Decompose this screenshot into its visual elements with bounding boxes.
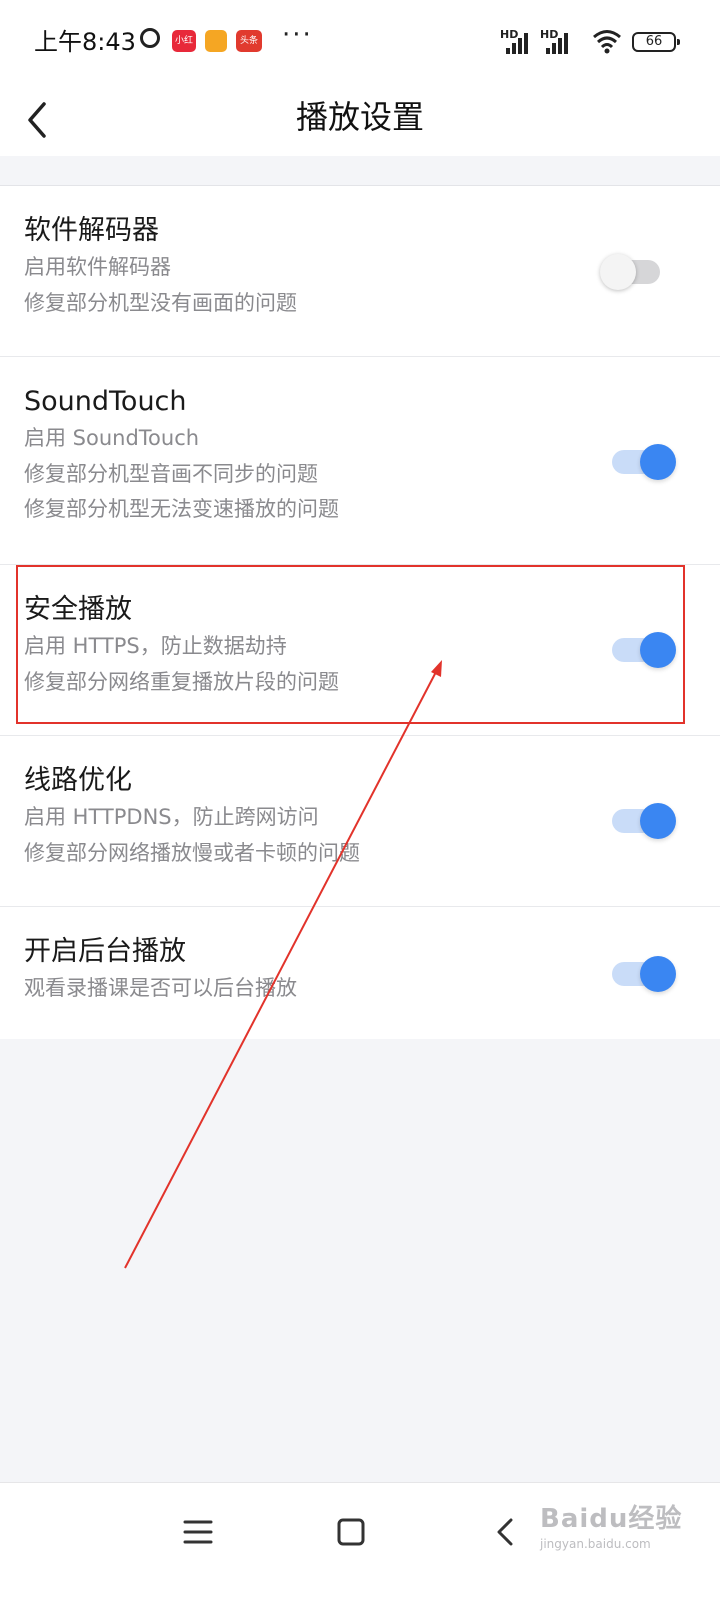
xiaohongshu-app-icon: 小红书 [172,30,196,68]
software-decoder-toggle[interactable] [600,254,664,290]
setting-row-route-optimize: 线路优化 启用 HTTPDNS，防止跨网访问 修复部分网络播放慢或者卡顿的问题 [0,736,720,907]
back-triangle-icon [497,1518,513,1546]
battery-indicator: 66 [632,32,680,52]
home-icon [337,1518,365,1546]
setting-desc: 修复部分网络播放慢或者卡顿的问题 [24,840,360,865]
system-back-button[interactable] [480,1507,530,1557]
setting-row-safe-play: 安全播放 启用 HTTPS，防止数据劫持 修复部分网络重复播放片段的问题 [0,565,720,736]
home-button[interactable] [326,1507,376,1557]
status-time: 上午8:43 [34,28,136,56]
safe-play-toggle[interactable] [612,632,676,668]
setting-title: 软件解码器 [24,215,159,246]
signal-bars-icon-1 [506,30,534,54]
menu-button[interactable] [173,1507,223,1557]
setting-desc: 修复部分机型无法变速播放的问题 [24,496,339,521]
notes-app-icon [205,30,227,52]
route-optimize-toggle[interactable] [612,803,676,839]
background-play-toggle[interactable] [612,956,676,992]
setting-row-soundtouch: SoundTouch 启用 SoundTouch 修复部分机型音画不同步的问题 … [0,357,720,565]
menu-icon [183,1520,213,1544]
status-bar: 上午8:43 小红书 头条 ··· HD HD 66 [0,0,720,80]
alarm-icon [140,28,160,48]
setting-row-software-decoder: 软件解码器 启用软件解码器 修复部分机型没有画面的问题 [0,186,720,357]
toutiao-app-icon: 头条 [236,30,262,52]
wifi-icon [593,30,621,54]
setting-desc: 修复部分网络重复播放片段的问题 [24,669,339,694]
setting-row-background-play: 开启后台播放 观看录播课是否可以后台播放 [0,907,720,1039]
soundtouch-toggle[interactable] [612,444,676,480]
more-notifications-icon: ··· [282,20,313,50]
setting-title: SoundTouch [24,386,187,417]
page-title: 播放设置 [295,98,424,136]
setting-title: 线路优化 [24,765,132,796]
setting-title: 安全播放 [24,594,132,625]
app-header: 播放设置 [0,80,720,156]
system-navigation-bar [0,1482,720,1601]
setting-desc: 修复部分机型没有画面的问题 [24,290,297,315]
signal-bars-icon-2 [546,30,574,54]
settings-list: 软件解码器 启用软件解码器 修复部分机型没有画面的问题 SoundTouch 启… [0,185,720,1039]
